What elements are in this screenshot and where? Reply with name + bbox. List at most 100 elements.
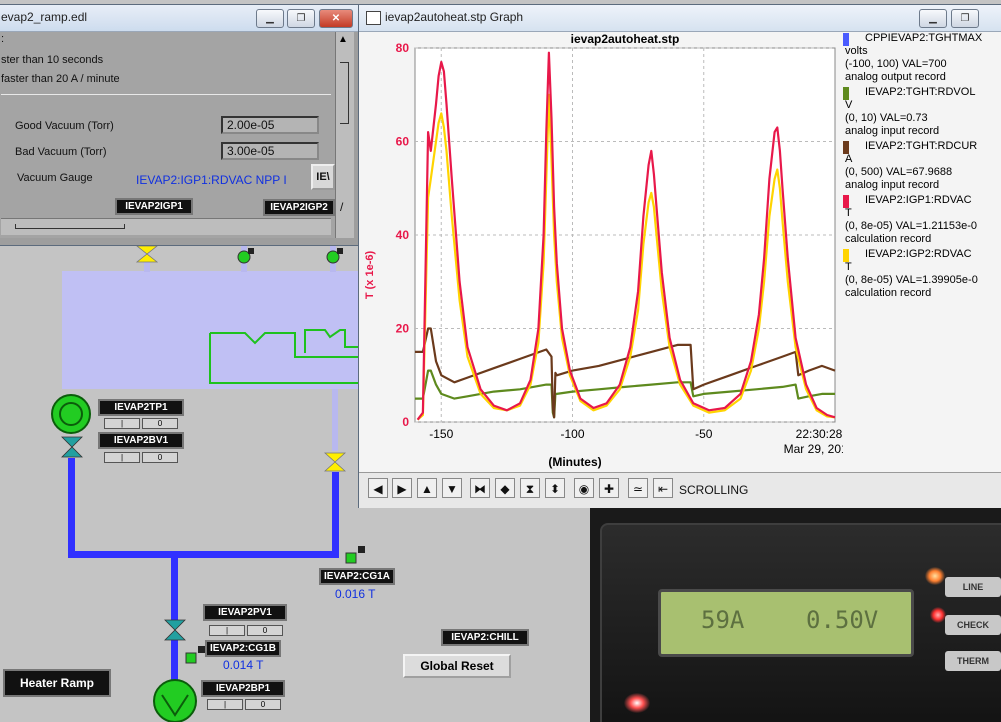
camera-lcd: 59A 0.50V	[658, 589, 914, 657]
minimize-button[interactable]: ▁	[256, 9, 284, 28]
backing-pump-icon[interactable]	[152, 679, 198, 722]
close-button[interactable]: ✕	[319, 9, 353, 28]
turbo-pump-icon[interactable]	[50, 393, 92, 435]
scroll-left-icon[interactable]: ◀	[368, 478, 388, 498]
scroll-mode-status: SCROLLING	[679, 483, 749, 497]
ramp-content: : ster than 10 seconds faster than 20 A …	[0, 32, 335, 238]
scroll-up-arrow-icon[interactable]: ▲	[338, 34, 348, 45]
legend-type: analog input record	[845, 179, 940, 191]
legend-unit: T	[845, 207, 852, 219]
orange-indicator-light	[925, 567, 945, 585]
right-pipe	[332, 472, 339, 558]
bad-vacuum-field[interactable]	[221, 142, 319, 160]
graph-titlebar[interactable]: ievap2autoheat.stp Graph ▁ ❐	[359, 5, 1001, 32]
bp1-off-button[interactable]: |	[207, 699, 243, 710]
auto-scale-icon[interactable]: ◉	[574, 478, 594, 498]
pv1-label: IEVAP2PV1	[203, 604, 287, 621]
global-reset-button[interactable]: Global Reset	[403, 654, 511, 678]
legend-name: IEVAP2:TGHT:RDCUR	[865, 140, 978, 152]
minimize-button[interactable]: ▁	[919, 9, 947, 28]
y-axis-label: T (x 1e-6)	[364, 251, 376, 300]
top-gauge-icon[interactable]	[236, 247, 256, 265]
legend-entry[interactable]: IEVAP2:TGHT:RDCUR A (0, 500) VAL=67.9688 an…	[843, 140, 1001, 194]
line-button: LINE	[945, 577, 1001, 597]
legend-entry[interactable]: IEVAP2:IGP1:RDVAC T (0, 8e-05) VAL=1.21153…	[843, 194, 1001, 248]
scroll-down-icon[interactable]: ▼	[442, 478, 462, 498]
heater-ramp-button[interactable]: Heater Ramp	[3, 669, 111, 697]
camera-feed: 59A 0.50V LINE CHECK THERM	[590, 505, 1001, 722]
bp1-on-button[interactable]: 0	[245, 699, 281, 710]
legend-entry[interactable]: IEVAP2:IGP2:RDVAC T (0, 8e-05) VAL=1.39905…	[843, 248, 1001, 302]
down-pipe-2	[171, 640, 178, 682]
cg1b-label: IEVAP2:CG1B	[205, 640, 281, 657]
graph-window-icon	[366, 11, 381, 25]
maximize-button[interactable]: ❐	[287, 9, 315, 28]
ramp-divider	[1, 94, 331, 95]
legend-entry[interactable]: CPPIEVAP2:TGHTMAX volts (-100, 100) VAL=70…	[843, 32, 1001, 86]
top-gauge-icon-2[interactable]	[325, 247, 345, 265]
legend-type: analog input record	[845, 125, 940, 137]
zoom-in-x-icon[interactable]: ⧓	[470, 478, 490, 498]
y-tick-label: 40	[396, 228, 410, 242]
maximize-button[interactable]: ❐	[951, 9, 979, 28]
lcd-voltage: 0.50V	[806, 606, 879, 634]
right-valve-icon[interactable]	[324, 452, 346, 472]
check-button: CHECK	[945, 615, 1001, 635]
down-pipe	[171, 558, 178, 620]
legend-type: calculation record	[845, 233, 932, 245]
ramp-line1: ster than 10 seconds	[1, 54, 104, 66]
right-light-pipe	[332, 389, 338, 451]
good-vacuum-field[interactable]	[221, 116, 319, 134]
igp2-button[interactable]: IEVAP2IGP2	[263, 199, 335, 216]
y-tick-label: 80	[396, 41, 410, 55]
ramp-titlebar[interactable]: evap2_ramp.edl ▁ ❐ ✕	[0, 5, 361, 32]
legend-type: calculation record	[845, 287, 932, 299]
x-axis-label: (Minutes)	[548, 455, 601, 469]
cg1a-gauge-icon[interactable]	[344, 545, 368, 565]
chamber-heater-outline	[209, 329, 360, 384]
legend-range: (0, 10) VAL=0.73	[845, 112, 928, 124]
igp1-button[interactable]: IEVAP2IGP1	[115, 198, 193, 215]
legend-unit: volts	[845, 45, 868, 57]
vacuum-gauge-value: IEVAP2:IGP1:RDVAC NPP I	[136, 173, 287, 187]
scroll-thumb[interactable]	[340, 62, 349, 124]
scroll-up-icon[interactable]: ▲	[417, 478, 437, 498]
bv1-valve-icon[interactable]	[61, 436, 83, 458]
ramp-slash: /	[340, 200, 344, 214]
tp1-off-button[interactable]: |	[104, 418, 140, 429]
bv1-label: IEVAP2BV1	[98, 432, 184, 449]
zoom-out-y-icon[interactable]: ⬍	[545, 478, 565, 498]
back-to-live-icon[interactable]: ⇤	[653, 478, 673, 498]
pv1-open-button[interactable]: 0	[247, 625, 283, 636]
add-icon[interactable]: ✚	[599, 478, 619, 498]
bv1-open-button[interactable]: 0	[142, 452, 178, 463]
legend-unit: V	[845, 99, 853, 111]
stagger-icon[interactable]: ≃	[628, 478, 648, 498]
strip-chart[interactable]: 0 20 40 60 80 -150 -100 -50 ievap2autoheat.stp (M…	[359, 32, 843, 472]
vacuum-gauge-label: Vacuum Gauge	[17, 172, 93, 184]
pv1-close-button[interactable]: |	[209, 625, 245, 636]
y-tick-label: 20	[396, 322, 410, 336]
legend-range: (0, 500) VAL=67.9688	[845, 166, 953, 178]
bv1-close-button[interactable]: |	[104, 452, 140, 463]
zoom-in-y-icon[interactable]: ⧗	[520, 478, 540, 498]
gauge-select-button[interactable]: IE\	[311, 164, 335, 190]
pv1-valve-icon[interactable]	[164, 619, 186, 641]
ramp-hscroll-thumb[interactable]	[15, 224, 125, 229]
tp1-label: IEVAP2TP1	[98, 399, 184, 416]
timestamp-date: Mar 29, 2012	[784, 442, 843, 456]
scroll-right-icon[interactable]: ▶	[392, 478, 412, 498]
timestamp-time: 22:30:28	[796, 427, 843, 441]
legend-type: analog output record	[845, 71, 946, 83]
legend-range: (0, 8e-05) VAL=1.39905e-0	[845, 274, 978, 286]
tp1-on-button[interactable]: 0	[142, 418, 178, 429]
graph-toolbar: ◀ ▶ ▲ ▼ ⧓ ◆ ⧗ ⬍ ◉ ✚ ≃ ⇤ SCROLLING	[359, 472, 1001, 508]
legend-entry[interactable]: IEVAP2:TGHT:RDVOL V (0, 10) VAL=0.73 analog…	[843, 86, 1001, 140]
zoom-out-x-icon[interactable]: ◆	[495, 478, 515, 498]
ramp-vscroll[interactable]: ▲ /	[335, 32, 354, 238]
ramp-line0: :	[1, 33, 5, 45]
graph-title: ievap2autoheat.stp Graph	[385, 10, 524, 24]
legend-name: CPPIEVAP2:TGHTMAX	[865, 32, 983, 44]
top-valve-icon[interactable]	[136, 245, 158, 263]
ramp-window: evap2_ramp.edl ▁ ❐ ✕ : ster than 10 seco…	[0, 4, 362, 246]
